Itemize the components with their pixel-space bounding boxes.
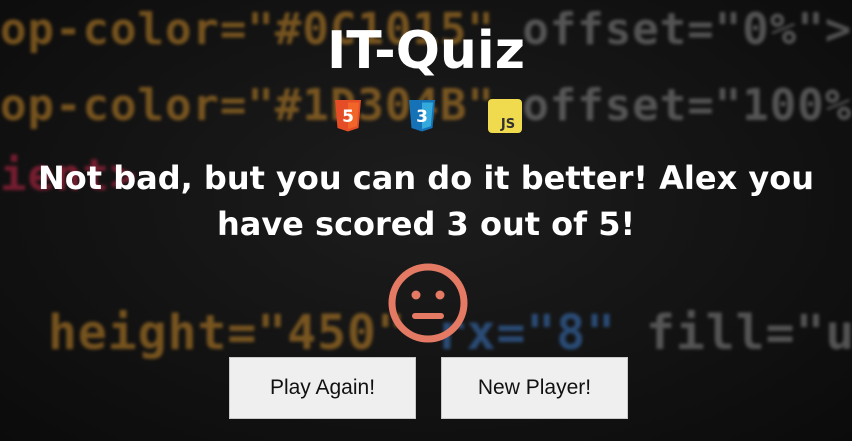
new-player-button[interactable]: New Player! — [441, 357, 628, 419]
neutral-face-icon — [388, 263, 468, 343]
css3-icon: 3 — [409, 100, 435, 132]
javascript-icon: JS — [488, 99, 522, 133]
technology-logos: 5 3 JS — [0, 98, 852, 134]
svg-text:3: 3 — [416, 107, 428, 127]
svg-text:5: 5 — [342, 107, 354, 127]
svg-text:JS: JS — [500, 117, 515, 132]
quiz-result-screen: IT-Quiz 5 3 JS Not bad, but you can do i… — [0, 0, 852, 441]
page-title: IT-Quiz — [326, 21, 526, 81]
html5-icon: 5 — [335, 100, 361, 132]
play-again-button[interactable]: Play Again! — [229, 357, 416, 419]
result-message: Not bad, but you can do it better! Alex … — [38, 159, 814, 243]
